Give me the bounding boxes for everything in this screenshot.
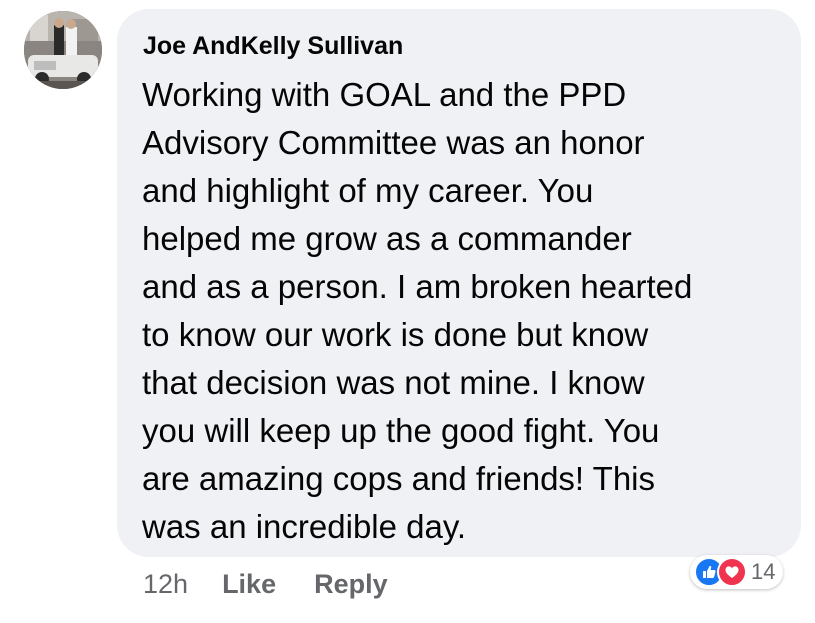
comment-timestamp[interactable]: 12h bbox=[143, 569, 188, 600]
avatar-photo bbox=[24, 11, 102, 89]
comment-author[interactable]: Joe AndKelly Sullivan bbox=[143, 32, 403, 61]
avatar[interactable] bbox=[24, 11, 102, 89]
like-button[interactable]: Like bbox=[222, 569, 276, 600]
love-icon bbox=[717, 557, 747, 587]
comment-text: Working with GOAL and the PPD Advisory C… bbox=[142, 76, 693, 545]
reaction-summary[interactable]: 14 bbox=[690, 555, 784, 589]
comment-actions: 12h Like Reply bbox=[143, 566, 388, 602]
reaction-count: 14 bbox=[751, 559, 776, 584]
comment-bubble: Joe AndKelly Sullivan Working with GOAL … bbox=[117, 9, 801, 557]
reply-button[interactable]: Reply bbox=[314, 569, 388, 600]
